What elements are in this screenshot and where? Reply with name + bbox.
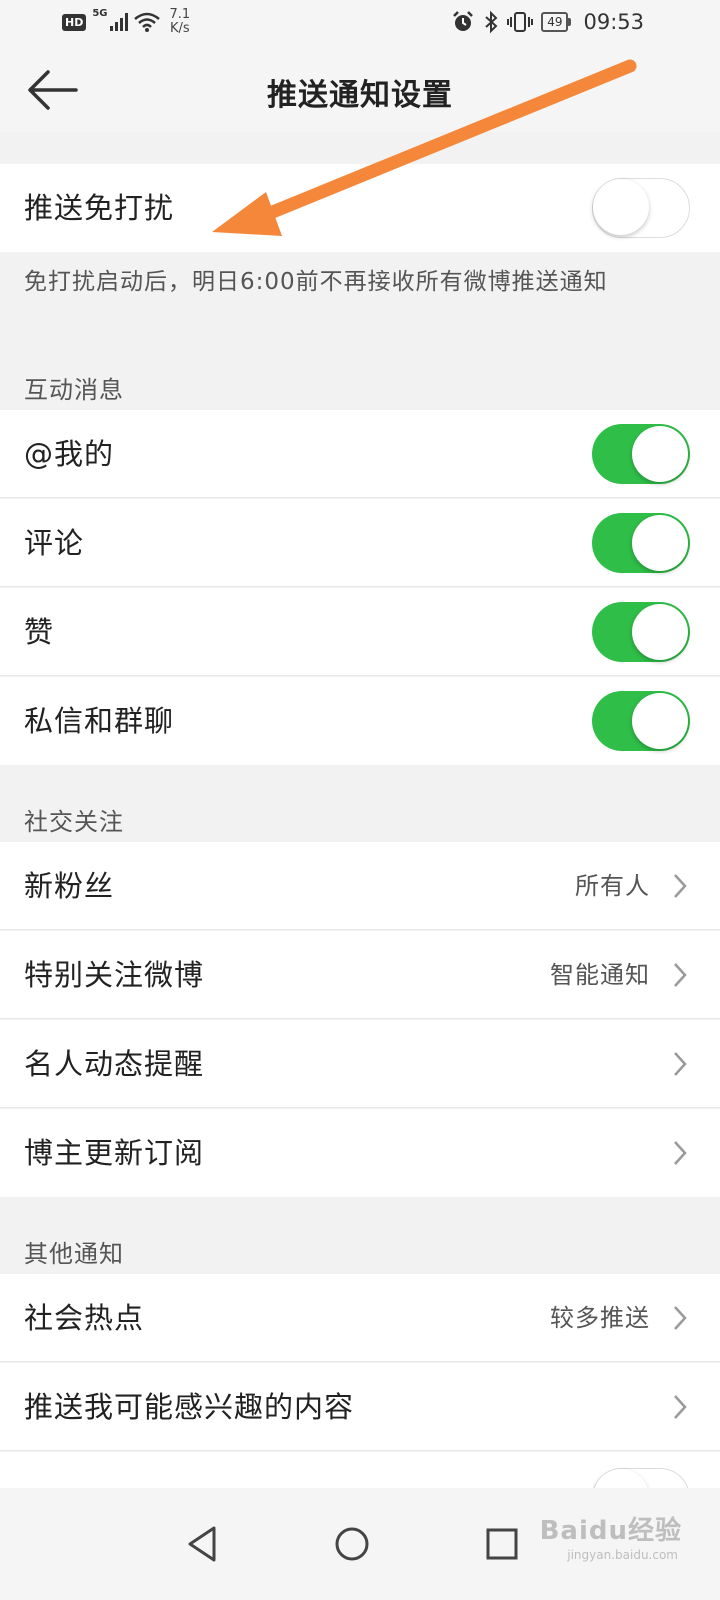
setting-label: 社会热点 [24, 1301, 145, 1335]
setting-row-celebrity[interactable]: 名人动态提醒 [0, 1020, 720, 1108]
chevron-right-icon [674, 963, 687, 987]
signal-icon [109, 13, 128, 31]
mentions-toggle[interactable] [592, 424, 690, 484]
alarm-icon [453, 11, 474, 31]
setting-row-likes[interactable]: 赞 [0, 588, 720, 676]
dnd-toggle[interactable] [592, 178, 690, 238]
setting-row-blogger-subscribe[interactable]: 博主更新订阅 [0, 1109, 720, 1197]
chevron-right-icon [674, 1306, 687, 1330]
setting-label: 博主更新订阅 [24, 1136, 205, 1170]
setting-label: 名人动态提醒 [24, 1047, 205, 1081]
setting-row-comments[interactable]: 评论 [0, 499, 720, 587]
title-bar: 推送通知设置 [0, 48, 720, 132]
setting-row-new-fans[interactable]: 新粉丝 所有人 [0, 842, 720, 930]
nav-home-button[interactable] [322, 1514, 382, 1574]
vibrate-icon [507, 12, 534, 32]
setting-row-messages[interactable]: 私信和群聊 [0, 677, 720, 765]
speed-value: 7.1 [169, 7, 191, 22]
setting-row-hot-topics[interactable]: 社会热点 较多推送 [0, 1274, 720, 1362]
setting-value: 智能通知 [550, 961, 650, 989]
nav-back-button[interactable] [172, 1514, 232, 1574]
hd-badge: HD [62, 13, 87, 31]
network-type: 5G [92, 8, 108, 19]
status-left: HD 5G 7.1 K/s [62, 8, 190, 36]
page-title: 推送通知设置 [267, 78, 453, 113]
status-right: 49 09:53 [451, 10, 644, 34]
dnd-note: 免打扰启动后，明日6:00前不再接收所有微博推送通知 [24, 269, 608, 295]
setting-row-mentions[interactable]: @我的 [0, 410, 720, 498]
dnd-row[interactable]: 推送免打扰 [0, 164, 720, 252]
messages-toggle[interactable] [592, 691, 690, 751]
wifi-icon [133, 12, 160, 32]
setting-value: 所有人 [575, 872, 650, 900]
system-nav-bar: Baidu经验 jingyan.baidu.com [0, 1488, 720, 1600]
setting-label: 赞 [24, 615, 55, 649]
setting-label: 私信和群聊 [24, 704, 175, 738]
chevron-right-icon [674, 1395, 687, 1419]
setting-label: 特别关注微博 [24, 958, 205, 992]
setting-label: 评论 [24, 526, 85, 560]
setting-row-interest-content[interactable]: 推送我可能感兴趣的内容 [0, 1363, 720, 1451]
speed-unit: K/s [170, 21, 190, 36]
dnd-label: 推送免打扰 [24, 191, 175, 225]
setting-label: @我的 [24, 437, 115, 471]
clock: 09:53 [583, 10, 644, 34]
comments-toggle[interactable] [592, 513, 690, 573]
battery-icon: 49 [541, 12, 572, 32]
section-header-other: 其他通知 [24, 1240, 124, 1268]
section-header-social: 社交关注 [24, 808, 124, 836]
chevron-right-icon [674, 874, 687, 898]
nav-recents-button[interactable] [472, 1514, 532, 1574]
setting-value: 较多推送 [550, 1304, 650, 1332]
baidu-watermark: Baidu经验 [539, 1516, 682, 1546]
setting-label: 新粉丝 [24, 869, 115, 903]
section-header-interaction: 互动消息 [24, 376, 124, 404]
chevron-right-icon [674, 1141, 687, 1165]
network-speed: 7.1 K/s [170, 8, 191, 36]
setting-row-special-follow[interactable]: 特别关注微博 智能通知 [0, 931, 720, 1019]
chevron-right-icon [674, 1052, 687, 1076]
battery-level: 49 [541, 12, 569, 32]
setting-label: 推送我可能感兴趣的内容 [24, 1390, 355, 1424]
status-bar: HD 5G 7.1 K/s 49 09:53 [0, 0, 720, 48]
likes-toggle[interactable] [592, 602, 690, 662]
bluetooth-icon [485, 10, 498, 34]
watermark-url: jingyan.baidu.com [567, 1548, 678, 1562]
